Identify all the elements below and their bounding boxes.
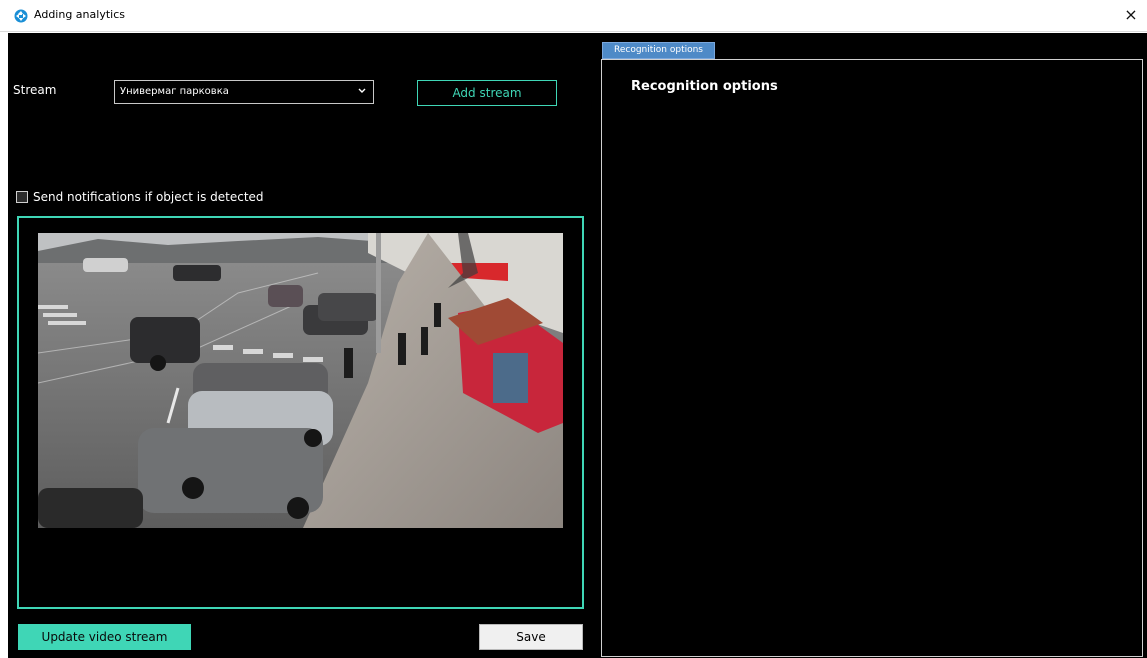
stream-selected-value: Универмаг парковка [120, 86, 229, 97]
notify-checkbox[interactable] [16, 191, 28, 203]
close-button[interactable]: × [1115, 0, 1147, 32]
video-frame [17, 216, 584, 609]
window-title: Adding analytics [34, 8, 125, 21]
recognition-options-panel: Recognition options [601, 59, 1143, 657]
camera-feed-image [38, 233, 563, 528]
update-video-stream-button[interactable]: Update video stream [18, 624, 191, 650]
notify-label: Send notifications if object is detected [33, 190, 264, 204]
close-icon: × [1124, 5, 1138, 24]
dialog-body: Stream Универмаг парковка Add stream Sen… [8, 33, 1147, 658]
recognition-options-heading: Recognition options [631, 79, 778, 94]
tab-recognition-options[interactable]: Recognition options [602, 42, 715, 59]
app-logo-icon [14, 9, 28, 23]
title-bar: Adding analytics × [0, 0, 1147, 32]
chevron-down-icon [358, 88, 366, 93]
save-button[interactable]: Save [479, 624, 583, 650]
add-stream-button[interactable]: Add stream [417, 80, 557, 106]
stream-label: Stream [13, 83, 57, 97]
stream-dropdown[interactable]: Универмаг парковка [114, 80, 374, 104]
